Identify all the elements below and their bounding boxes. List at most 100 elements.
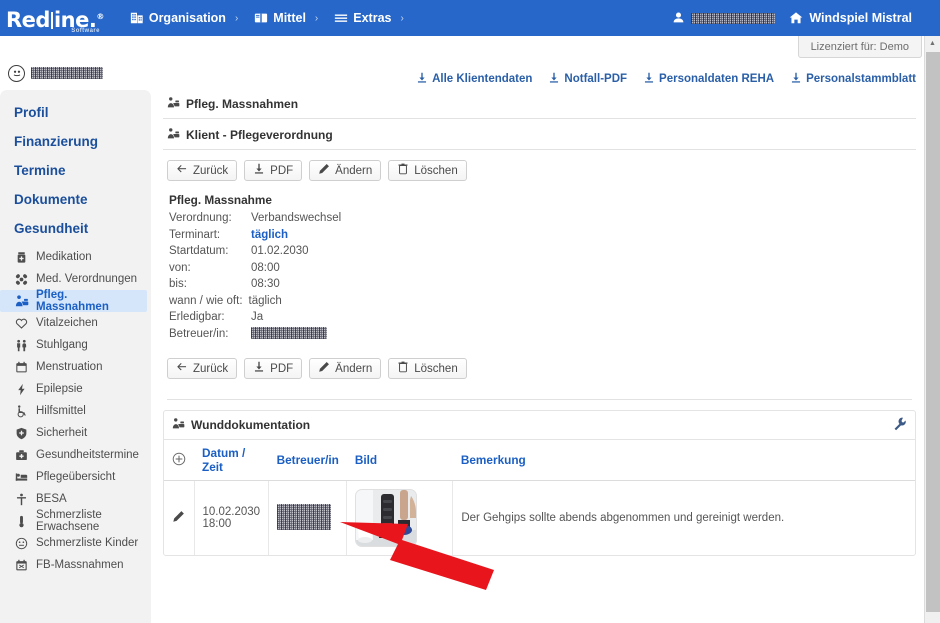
pdf-button-label: PDF: [270, 164, 294, 177]
sidebar-item-profil[interactable]: Profil: [0, 98, 151, 127]
scrollbar-thumb[interactable]: [926, 52, 940, 612]
download-icon: [548, 72, 560, 87]
user-name-redacted: [691, 12, 776, 24]
detail-row: wann / wie oft: täglich: [169, 293, 912, 310]
pdf-button-bottom-label: PDF: [270, 362, 294, 375]
sidebar-item-pfleg-massnahmen[interactable]: Pfleg. Massnahmen: [0, 289, 147, 313]
detail-label: bis:: [169, 278, 187, 290]
pdf-button[interactable]: PDF: [244, 160, 303, 181]
sidebar-item-sicherheit[interactable]: Sicherheit: [0, 422, 151, 444]
top-navigation-bar: Red ine.® Software Organisation › Mittel …: [0, 0, 940, 36]
edit-button[interactable]: Ändern: [309, 160, 382, 181]
sidebar-item-besa[interactable]: BESA: [0, 488, 151, 510]
detail-value: täglich: [251, 228, 289, 241]
sidebar-item-epilepsie[interactable]: Epilepsie: [0, 378, 151, 400]
measure-detail-title: Pfleg. Massnahme: [169, 193, 272, 207]
delete-button-bottom-label: Löschen: [414, 362, 458, 375]
measure-detail: Pfleg. Massnahme Verordnung: Verbandswec…: [163, 189, 916, 348]
download-icon: [253, 163, 265, 178]
download-icon: [643, 72, 655, 87]
app-logo[interactable]: Red ine.® Software: [6, 3, 104, 34]
chevron-right-icon: ›: [234, 12, 239, 24]
table-row[interactable]: 10.02.2030 18:00 Der Gehgips sollte aben…: [164, 480, 915, 555]
sidebar-item-med-verordnungen-label: Med. Verordnungen: [36, 273, 138, 285]
link-alle-klientendaten[interactable]: Alle Klientendaten: [416, 72, 532, 87]
sidebar-item-gesundheit[interactable]: Gesundheit: [0, 214, 151, 243]
link-notfall-pdf[interactable]: Notfall-PDF: [548, 72, 627, 87]
sidebar-item-dokumente[interactable]: Dokumente: [0, 185, 151, 214]
nav-item-extras-label: Extras: [353, 11, 392, 25]
edit-button-bottom-label: Ändern: [335, 362, 373, 375]
home-icon: [789, 11, 803, 25]
link-alle-klientendaten-label: Alle Klientendaten: [432, 73, 533, 85]
sidebar-item-vitalzeichen-label: Vitalzeichen: [36, 317, 98, 329]
delete-button-bottom[interactable]: Löschen: [388, 358, 467, 379]
back-button[interactable]: Zurück: [167, 160, 238, 181]
sidebar-item-schmerzliste-kinder[interactable]: Schmerzliste Kinder: [0, 532, 151, 554]
home-tenant-button[interactable]: Windspiel Mistral: [783, 11, 918, 25]
detail-value-redacted: [251, 326, 327, 343]
detail-row: Erledigbar: Ja: [169, 309, 912, 326]
download-icon: [416, 72, 428, 87]
sidebar-item-termine-label: Termine: [14, 163, 66, 178]
wound-photo-thumbnail[interactable]: [355, 489, 418, 547]
column-header-datum-zeit: Datum / Zeit: [194, 440, 269, 481]
nav-item-extras[interactable]: Extras ›: [326, 0, 412, 36]
client-avatar-icon: [8, 64, 25, 82]
link-personalstammblatt[interactable]: Personalstammblatt: [790, 72, 916, 87]
bandage-icon: [14, 272, 29, 287]
detail-value: 08:30: [251, 278, 280, 290]
detail-value: täglich: [248, 294, 282, 307]
nav-item-mittel[interactable]: Mittel ›: [246, 0, 326, 36]
shield-icon: [14, 426, 29, 441]
sidebar-item-medikation[interactable]: Medikation: [0, 246, 151, 268]
scroll-up-arrow-icon[interactable]: ▲: [925, 36, 940, 51]
plus-circle-icon[interactable]: [172, 452, 186, 469]
user-icon: [672, 11, 686, 25]
wrench-icon[interactable]: [893, 417, 907, 434]
sidebar-item-hilfsmittel-label: Hilfsmittel: [36, 405, 86, 417]
sidebar-item-medikation-label: Medikation: [36, 251, 92, 263]
sidebar-item-pfleg-massnahmen-label: Pfleg. Massnahmen: [36, 289, 109, 313]
sidebar-item-fb-massnahmen[interactable]: FB-Massnahmen: [0, 554, 151, 576]
link-personaldaten-reha-label: Personaldaten REHA: [659, 73, 775, 85]
sidebar-item-menstruation[interactable]: Menstruation: [0, 356, 151, 378]
detail-value: 01.02.2030: [251, 245, 309, 257]
client-header[interactable]: [0, 58, 155, 88]
detail-label: Verordnung:: [169, 212, 232, 224]
cell-zeit: 18:00: [202, 518, 232, 530]
page-panel: Pfleg. Massnahmen Klient - Pflegeverordn…: [163, 88, 916, 387]
sidebar-item-med-verordnungen[interactable]: Med. Verordnungen: [0, 268, 151, 290]
edit-button-bottom[interactable]: Ändern: [309, 358, 382, 379]
sidebar-item-stuhlgang[interactable]: Stuhlgang: [0, 334, 151, 356]
pencil-icon[interactable]: [172, 511, 185, 526]
cell-bemerkung: Der Gehgips sollte abends abgenommen und…: [461, 512, 785, 524]
detail-row: Betreuer/in:: [169, 326, 912, 343]
sidebar-item-hilfsmittel[interactable]: Hilfsmittel: [0, 400, 151, 422]
sidebar-item-finanzierung[interactable]: Finanzierung: [0, 127, 151, 156]
sidebar-item-menstruation-label: Menstruation: [36, 361, 103, 373]
sidebar-item-termine[interactable]: Termine: [0, 156, 151, 185]
nav-item-organisation[interactable]: Organisation ›: [122, 0, 246, 36]
section-title-label: Klient - Pflegeverordnung: [186, 128, 333, 142]
delete-button[interactable]: Löschen: [388, 160, 467, 181]
back-button-bottom[interactable]: Zurück: [167, 358, 238, 379]
link-personaldaten-reha[interactable]: Personaldaten REHA: [643, 72, 774, 87]
checklist-icon: [14, 558, 29, 573]
row-edit-cell[interactable]: [164, 480, 195, 555]
sidebar-item-sicherheit-label: Sicherheit: [36, 427, 88, 439]
table-header: Datum / Zeit Betreuer/in Bild Bemerkung: [164, 440, 915, 481]
back-button-label: Zurück: [193, 164, 229, 177]
medical-bag-icon: [14, 448, 29, 463]
pdf-button-bottom[interactable]: PDF: [244, 358, 303, 379]
nursing-care-icon: [167, 96, 180, 112]
sidebar-item-schmerzliste-erwachsene[interactable]: Schmerzliste Erwachsene: [0, 509, 151, 533]
detail-value: Verbandswechsel: [251, 212, 342, 224]
section-title: Klient - Pflegeverordnung: [163, 119, 916, 150]
sidebar-item-gesundheitstermine[interactable]: Gesundheitstermine: [0, 444, 151, 466]
sidebar-item-gesundheit-label: Gesundheit: [14, 221, 89, 236]
sidebar-item-pflegeuebersicht[interactable]: Pflegeübersicht: [0, 466, 151, 488]
page-vertical-scrollbar[interactable]: ▲: [924, 36, 940, 623]
user-account-button[interactable]: [664, 11, 783, 25]
sidebar-item-vitalzeichen[interactable]: Vitalzeichen: [0, 312, 151, 334]
